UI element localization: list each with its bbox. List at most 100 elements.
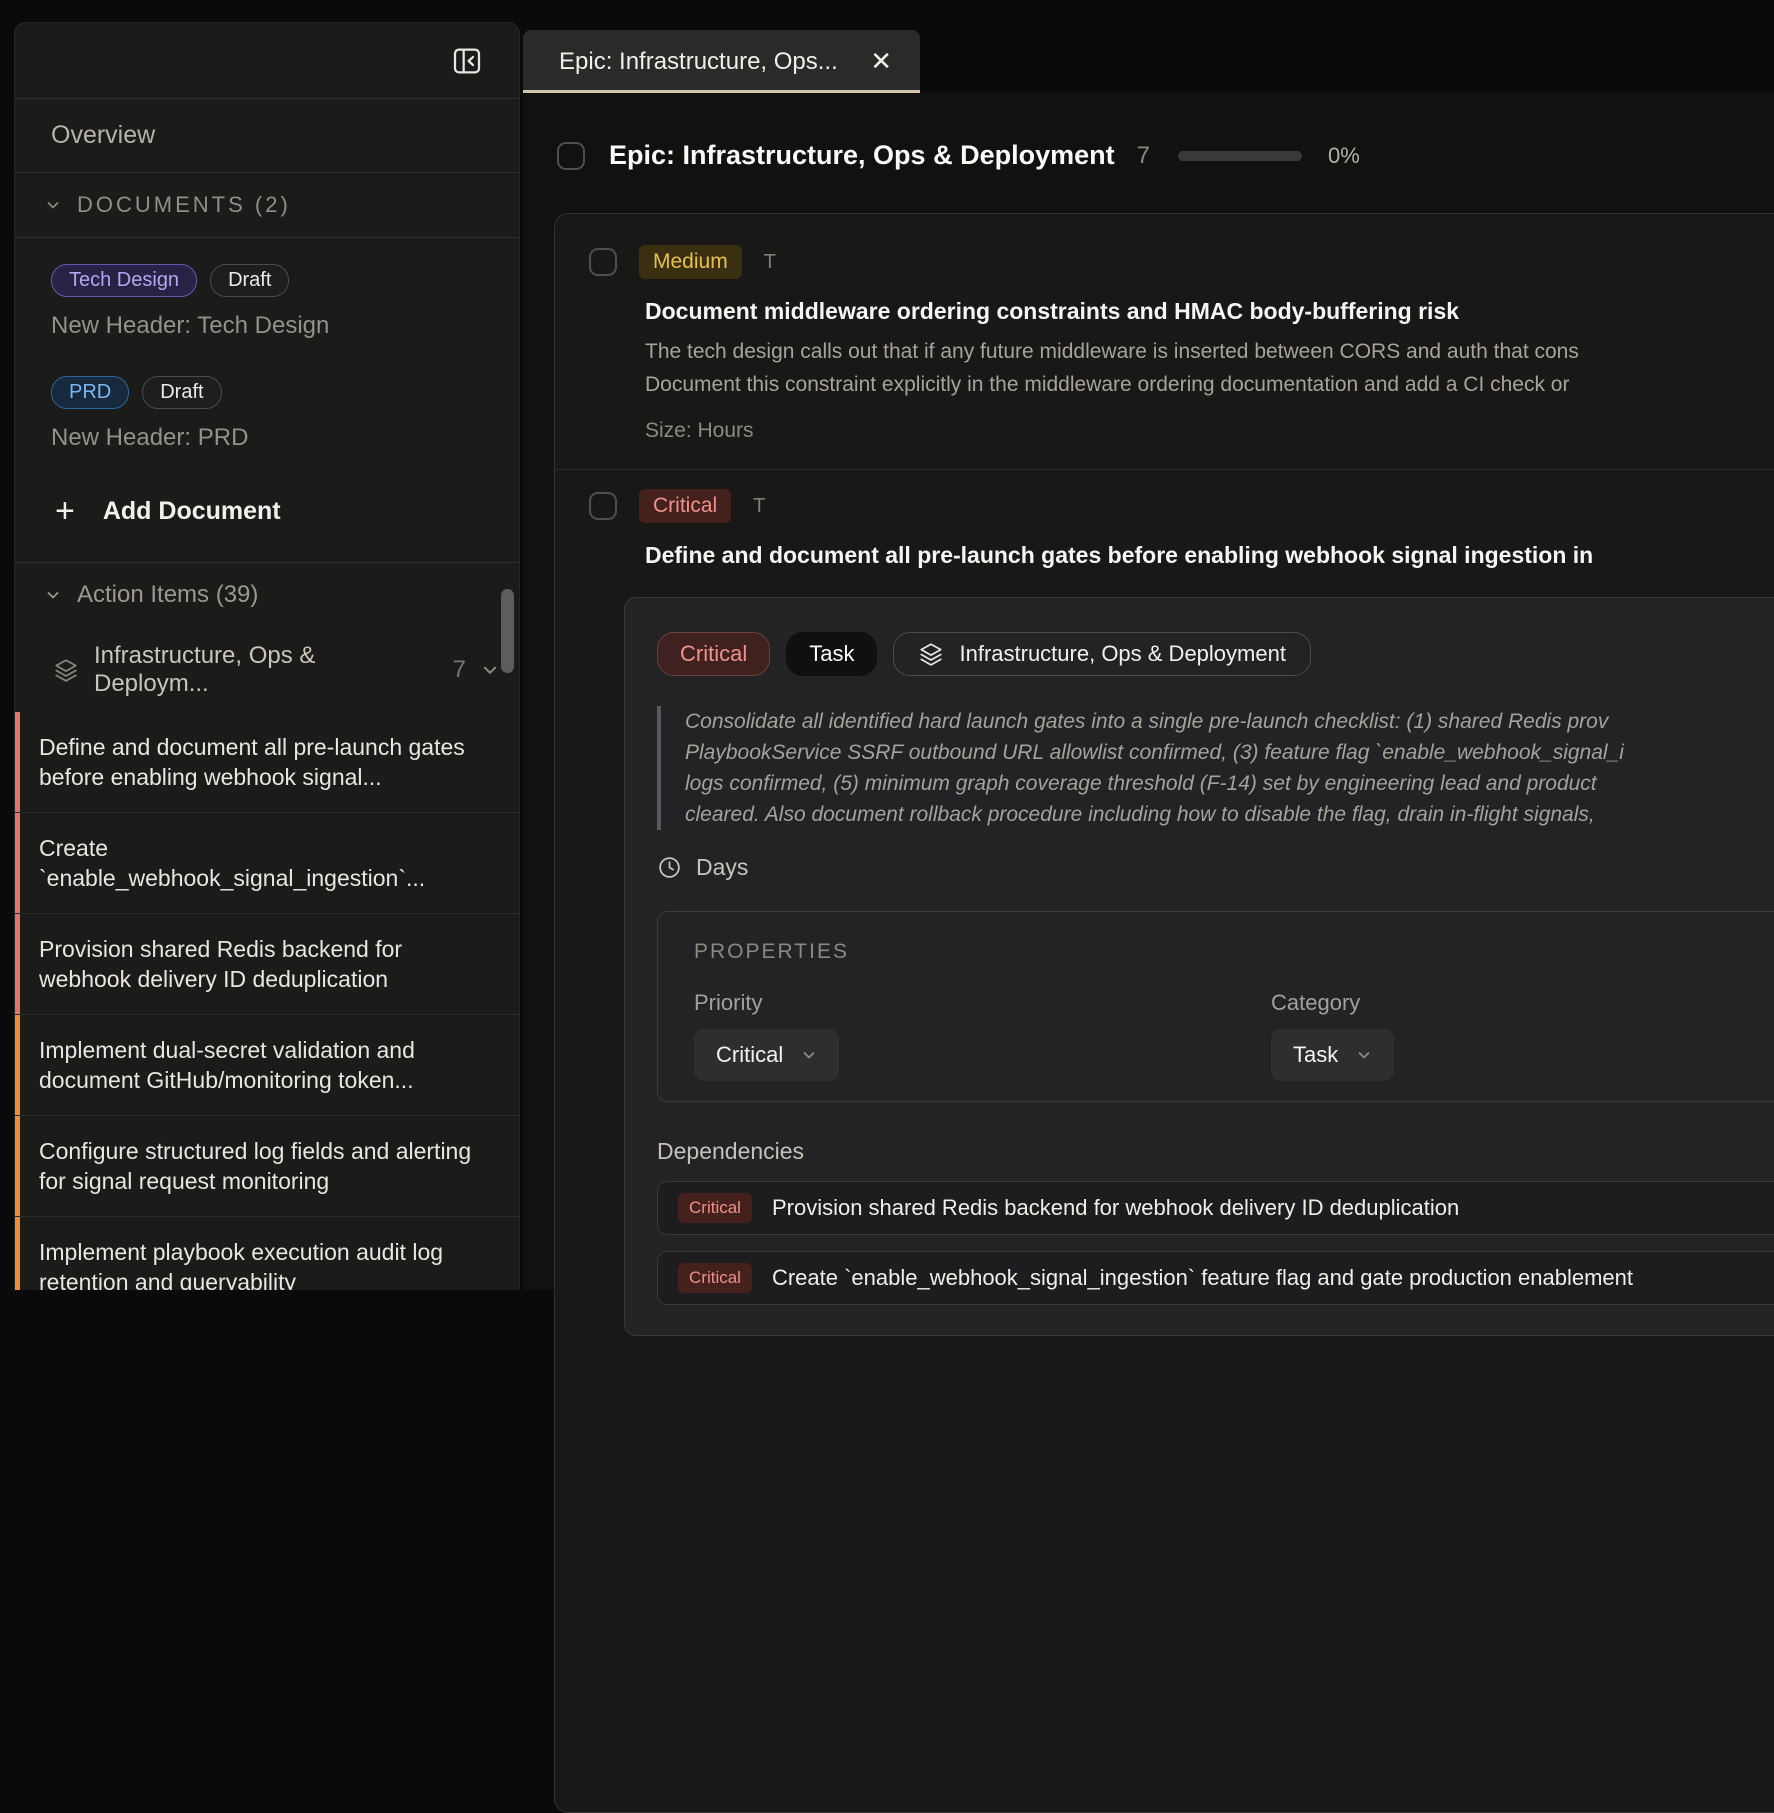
task-detail-panel: Critical Task Infrastructure, Ops & Depl… (624, 597, 1774, 1336)
doc-title: New Header: PRD (51, 424, 489, 452)
quote-line: Consolidate all identified hard launch g… (685, 706, 1774, 737)
sidebar-scrollbar-thumb[interactable] (501, 589, 514, 673)
quote-line: PlaybookService SSRF outbound URL allowl… (685, 737, 1774, 768)
priority-strip (15, 712, 20, 812)
priority-badge: Critical (639, 489, 731, 522)
tab-label: Epic: Infrastructure, Ops... (559, 48, 856, 76)
task-card[interactable]: Critical T Define and document all pre-l… (555, 470, 1774, 1336)
dependency-row[interactable]: Critical Create `enable_webhook_signal_i… (657, 1251, 1774, 1305)
list-item[interactable]: PRD Draft New Header: PRD (51, 376, 489, 452)
category-field-label: Category (1271, 990, 1394, 1016)
action-item-text: Provision shared Redis backend for webho… (39, 936, 402, 992)
properties-header: PROPERTIES (694, 940, 1774, 964)
action-items-header-label: Action Items (39) (77, 581, 258, 609)
epic-progress-bar (1178, 151, 1302, 161)
task-description: The tech design calls out that if any fu… (645, 335, 1774, 401)
chevron-down-icon (45, 587, 61, 603)
dependency-row[interactable]: Critical Provision shared Redis backend … (657, 1181, 1774, 1235)
action-item-text: Implement dual-secret validation and doc… (39, 1037, 415, 1093)
priority-strip (15, 813, 20, 913)
sidebar: Overview DOCUMENTS (2) Tech Design Draft… (14, 22, 520, 1290)
clock-icon (657, 855, 682, 880)
priority-field-label: Priority (694, 990, 1271, 1016)
add-document-button[interactable]: + Add Document (51, 488, 489, 562)
collapse-sidebar-button[interactable] (449, 43, 485, 79)
list-item[interactable]: Tech Design Draft New Header: Tech Desig… (51, 264, 489, 340)
priority-strip (15, 1116, 20, 1216)
epic-group-count: 7 (453, 656, 466, 684)
task-title[interactable]: Document middleware ordering constraints… (645, 298, 1774, 325)
category-dropdown-value: Task (1293, 1042, 1338, 1068)
task-detail-quote: Consolidate all identified hard launch g… (657, 706, 1774, 830)
priority-dropdown-value: Critical (716, 1042, 783, 1068)
add-document-label: Add Document (103, 497, 281, 526)
doc-status-badge: Draft (210, 264, 289, 297)
task-type-letter: T (764, 251, 776, 274)
estimate-label: Days (696, 854, 748, 881)
dependencies-header: Dependencies (657, 1138, 1774, 1165)
list-item[interactable]: Provision shared Redis backend for webho… (15, 913, 519, 1014)
sidebar-header (15, 23, 519, 99)
documents-header-label: DOCUMENTS (2) (77, 192, 291, 218)
epic-checkbox[interactable] (557, 142, 585, 170)
priority-dropdown[interactable]: Critical (694, 1029, 839, 1081)
category-dropdown[interactable]: Task (1271, 1029, 1394, 1081)
tab-epic-infrastructure[interactable]: Epic: Infrastructure, Ops... ✕ (523, 30, 920, 93)
action-item-text: Define and document all pre-launch gates… (39, 734, 465, 790)
epic-group-row[interactable]: Infrastructure, Ops & Deploym... 7 (15, 626, 519, 712)
close-icon[interactable]: ✕ (856, 46, 892, 77)
task-title[interactable]: Define and document all pre-launch gates… (645, 542, 1774, 569)
documents-section-header[interactable]: DOCUMENTS (2) (15, 173, 519, 238)
epic-group-label: Infrastructure, Ops & Deploym... (94, 642, 434, 698)
task-checkbox[interactable] (589, 492, 617, 520)
chevron-down-icon (481, 661, 499, 679)
list-item[interactable]: Implement dual-secret validation and doc… (15, 1014, 519, 1115)
priority-strip (15, 914, 20, 1014)
task-card[interactable]: Medium T Document middleware ordering co… (555, 214, 1774, 443)
estimate-row: Days (657, 854, 1774, 881)
priority-badge: Medium (639, 245, 742, 278)
doc-title: New Header: Tech Design (51, 312, 489, 340)
doc-type-badge: Tech Design (51, 264, 197, 297)
epic-badge-label: Infrastructure, Ops & Deployment (959, 641, 1285, 667)
action-item-text: Implement playbook execution audit log r… (39, 1239, 443, 1290)
epic-header: Epic: Infrastructure, Ops & Deployment 7… (557, 140, 1360, 171)
priority-badge[interactable]: Critical (657, 632, 770, 676)
doc-type-badge: PRD (51, 376, 129, 409)
chevron-down-icon (1356, 1047, 1372, 1063)
dependency-text: Provision shared Redis backend for webho… (772, 1195, 1459, 1221)
task-size: Size: Hours (645, 419, 1774, 443)
plus-icon: + (55, 494, 75, 528)
action-item-text: Create `enable_webhook_signal_ingestion`… (39, 835, 425, 891)
page-title: Epic: Infrastructure, Ops & Deployment (609, 140, 1115, 171)
list-item[interactable]: Define and document all pre-launch gates… (15, 712, 519, 812)
list-item[interactable]: Create `enable_webhook_signal_ingestion`… (15, 812, 519, 913)
layers-icon (53, 657, 79, 683)
priority-strip (15, 1015, 20, 1115)
priority-badge: Critical (678, 1193, 752, 1223)
epic-task-list-card: Medium T Document middleware ordering co… (554, 213, 1774, 1813)
dependency-text: Create `enable_webhook_signal_ingestion`… (772, 1265, 1633, 1291)
list-item[interactable]: Implement playbook execution audit log r… (15, 1216, 519, 1290)
quote-line: logs confirmed, (5) minimum graph covera… (685, 768, 1774, 799)
collapse-sidebar-icon (451, 45, 483, 77)
epic-badge[interactable]: Infrastructure, Ops & Deployment (893, 632, 1310, 676)
task-checkbox[interactable] (589, 248, 617, 276)
priority-strip (15, 1217, 20, 1290)
action-item-text: Configure structured log fields and aler… (39, 1138, 471, 1194)
action-items-list: Define and document all pre-launch gates… (15, 712, 519, 1290)
overview-label: Overview (51, 121, 155, 150)
layers-icon (918, 641, 944, 667)
doc-status-badge: Draft (142, 376, 221, 409)
task-description-line: The tech design calls out that if any fu… (645, 335, 1774, 368)
documents-list: Tech Design Draft New Header: Tech Desig… (15, 238, 519, 562)
category-badge[interactable]: Task (786, 632, 877, 676)
chevron-down-icon (801, 1047, 817, 1063)
epic-task-count: 7 (1137, 142, 1150, 170)
detail-badges-row: Critical Task Infrastructure, Ops & Depl… (657, 632, 1774, 676)
action-items-section-header[interactable]: Action Items (39) (15, 562, 519, 626)
sidebar-item-overview[interactable]: Overview (15, 99, 519, 173)
list-item[interactable]: Configure structured log fields and aler… (15, 1115, 519, 1216)
properties-box: PROPERTIES Priority Critical (657, 911, 1774, 1102)
chevron-down-icon (45, 197, 61, 213)
